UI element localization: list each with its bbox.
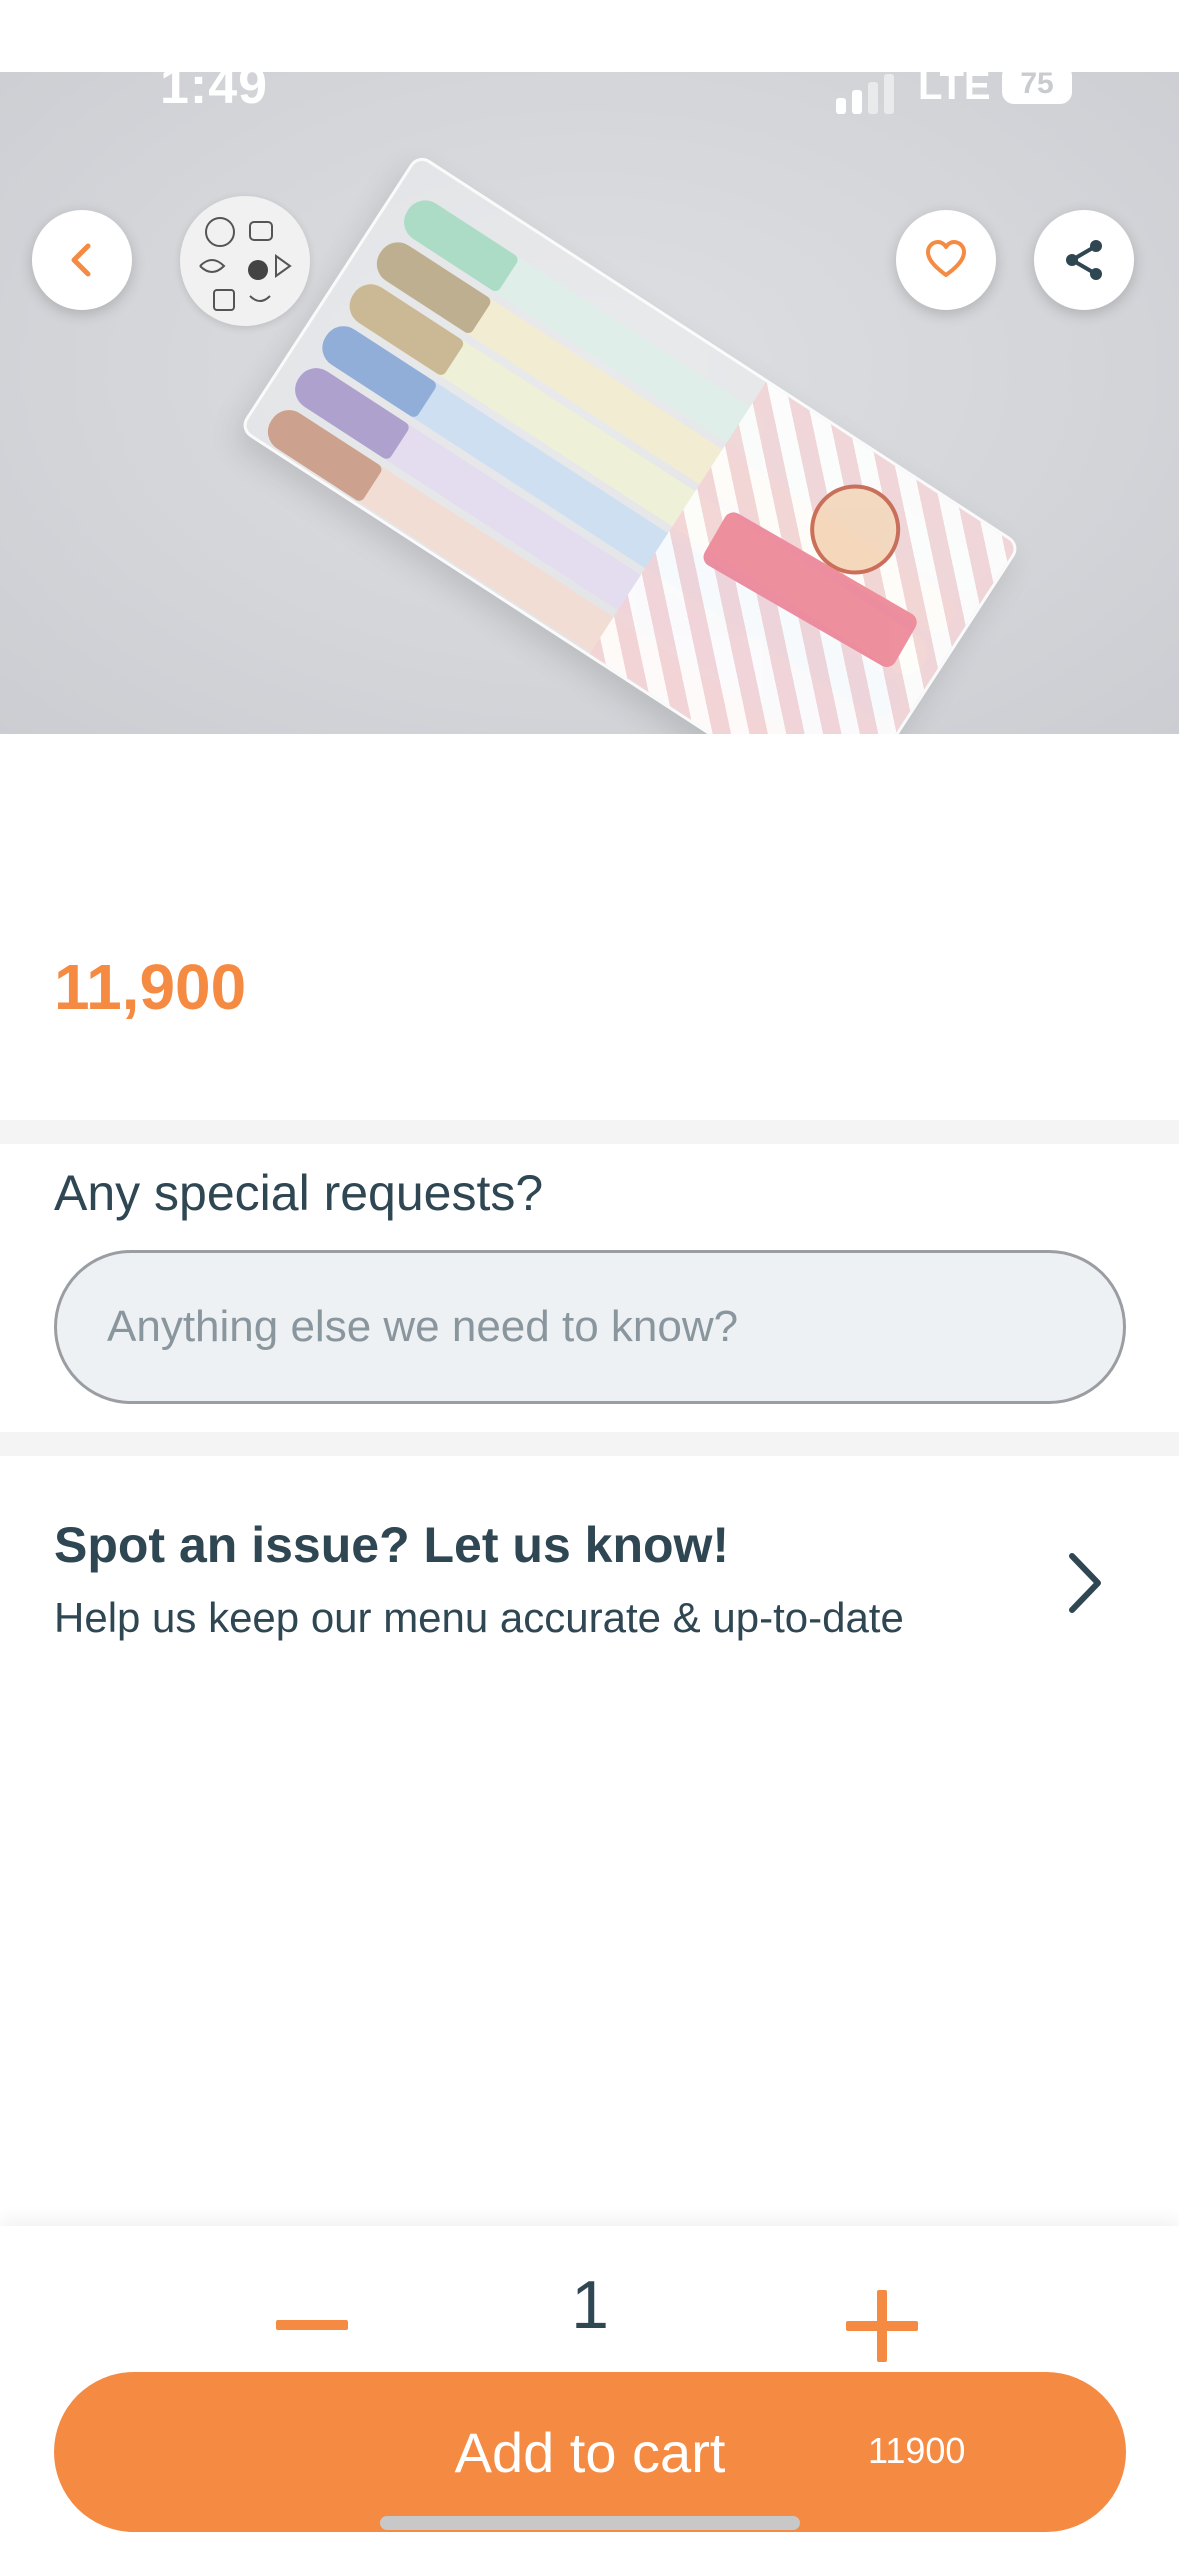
back-button[interactable] [32,210,132,310]
quantity-value: 1 [571,2267,609,2343]
decrease-quantity-button[interactable] [262,2276,362,2376]
store-logo[interactable] [180,196,310,326]
report-issue-row[interactable]: Spot an issue? Let us know! Help us keep… [0,1456,1179,1686]
cart-bar: 1 Add to cart 11900 [0,2226,1179,2556]
minus-icon [276,2320,348,2330]
special-requests-label: Any special requests? [54,1165,544,1221]
status-bar: 1:49 LTE 75 [0,0,1179,115]
home-indicator[interactable] [380,2516,800,2530]
battery-icon: 75 [1002,64,1072,104]
status-time: 1:49 [160,57,269,115]
increase-quantity-button[interactable] [832,2276,932,2376]
chevron-left-icon [71,243,91,277]
report-issue-title: Spot an issue? Let us know! [54,1517,730,1573]
plus-icon [846,2290,918,2362]
signal-icon [836,74,894,114]
share-icon [1066,240,1102,280]
heart-icon [926,240,966,277]
add-to-cart-button[interactable]: Add to cart 11900 [54,2372,1126,2532]
product-detail-page: 1:49 LTE 75 11,900 Any special requests?… [0,0,1179,2556]
report-issue-subtitle: Help us keep our menu accurate & up-to-d… [54,1594,904,1641]
product-price: 11,900 [54,951,247,1023]
section-divider [0,1120,1179,1144]
section-divider [0,1432,1179,1456]
product-image [0,72,1179,734]
add-to-cart-label: Add to cart [454,2420,726,2484]
favorite-button[interactable] [896,210,996,310]
doodle-pattern-icon [199,217,292,311]
network-type: LTE [918,64,991,108]
cart-total-price: 11900 [868,2430,966,2471]
share-button[interactable] [1034,210,1134,310]
chevron-right-icon [1069,1553,1101,1613]
battery-level: 75 [1020,67,1054,100]
special-requests-input[interactable] [54,1250,1126,1404]
